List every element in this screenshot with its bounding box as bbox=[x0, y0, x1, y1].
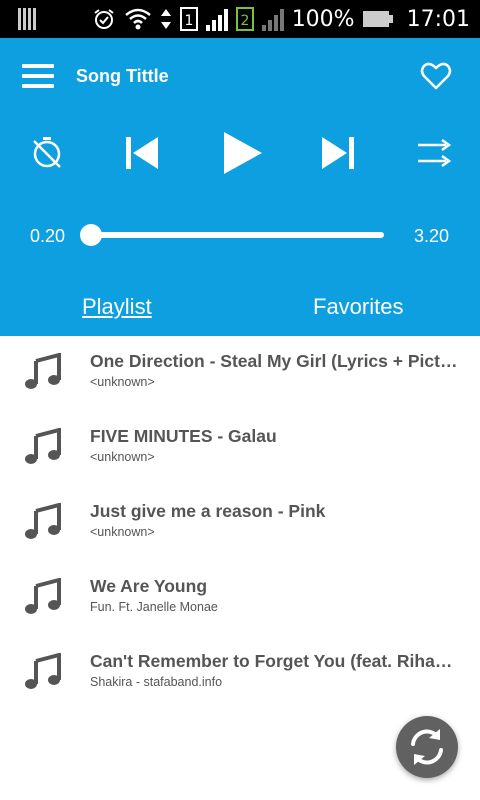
song-title: Song Tittle bbox=[76, 66, 169, 86]
status-time: 17:01 bbox=[406, 6, 470, 32]
song-artist: <unknown> bbox=[90, 375, 155, 389]
current-time: 0.20 bbox=[30, 226, 66, 246]
list-item[interactable]: FIVE MINUTES - Galau <unknown> bbox=[0, 411, 480, 486]
hamburger-menu-icon[interactable] bbox=[22, 62, 54, 90]
playlist: One Direction - Steal My Girl (Lyrics + … bbox=[0, 336, 480, 711]
music-note-icon bbox=[25, 503, 61, 539]
refresh-button[interactable] bbox=[396, 716, 458, 778]
list-item[interactable]: Can't Remember to Forget You (feat. Riha… bbox=[0, 636, 480, 711]
seek-thumb[interactable] bbox=[80, 224, 102, 246]
list-item[interactable]: We Are Young Fun. Ft. Janelle Monae bbox=[0, 561, 480, 636]
song-name: We Are Young bbox=[90, 576, 208, 596]
sim2-icon: 2 bbox=[235, 7, 254, 31]
signal1-icon bbox=[205, 9, 228, 31]
data-arrows-icon bbox=[160, 9, 171, 29]
sim1-icon: 1 bbox=[179, 7, 198, 31]
total-time: 3.20 bbox=[414, 226, 450, 246]
signal2-icon bbox=[261, 9, 284, 31]
battery-percent: 100% bbox=[291, 6, 355, 32]
barcode-icon bbox=[18, 8, 36, 30]
skip-next-icon[interactable] bbox=[320, 134, 356, 172]
svg-text:1: 1 bbox=[184, 13, 193, 29]
music-note-icon bbox=[25, 578, 61, 614]
list-item[interactable]: One Direction - Steal My Girl (Lyrics + … bbox=[0, 336, 480, 411]
alarm-icon bbox=[94, 9, 114, 29]
player-panel: Song Tittle 0.20 3.20 Playlist Favorites bbox=[0, 38, 480, 336]
skip-previous-icon[interactable] bbox=[124, 134, 160, 172]
seek-bar[interactable] bbox=[90, 232, 384, 238]
status-bar: 1 2 100% 17:01 bbox=[0, 0, 480, 38]
music-note-icon bbox=[25, 653, 61, 689]
svg-text:2: 2 bbox=[240, 13, 249, 29]
song-name: Can't Remember to Forget You (feat. Riha… bbox=[90, 651, 462, 671]
song-artist: <unknown> bbox=[90, 525, 155, 539]
music-note-icon bbox=[25, 428, 61, 464]
song-artist: Shakira - stafaband.info bbox=[90, 675, 223, 689]
heart-outline-icon[interactable] bbox=[420, 60, 452, 92]
song-name: Just give me a reason - Pink bbox=[90, 501, 326, 521]
music-note-icon bbox=[25, 353, 61, 389]
wifi-icon bbox=[124, 8, 151, 30]
tab-favorites[interactable]: Favorites bbox=[313, 294, 403, 320]
play-icon[interactable] bbox=[220, 130, 264, 176]
timer-off-icon[interactable] bbox=[30, 136, 64, 170]
tab-playlist[interactable]: Playlist bbox=[82, 294, 152, 320]
song-name: FIVE MINUTES - Galau bbox=[90, 426, 277, 446]
song-artist: <unknown> bbox=[90, 450, 155, 464]
list-item[interactable]: Just give me a reason - Pink <unknown> bbox=[0, 486, 480, 561]
refresh-sync-icon bbox=[411, 729, 443, 765]
song-artist: Fun. Ft. Janelle Monae bbox=[90, 600, 218, 614]
song-name: One Direction - Steal My Girl (Lyrics + … bbox=[90, 351, 462, 371]
shuffle-icon[interactable] bbox=[416, 136, 452, 170]
battery-icon bbox=[362, 11, 393, 27]
